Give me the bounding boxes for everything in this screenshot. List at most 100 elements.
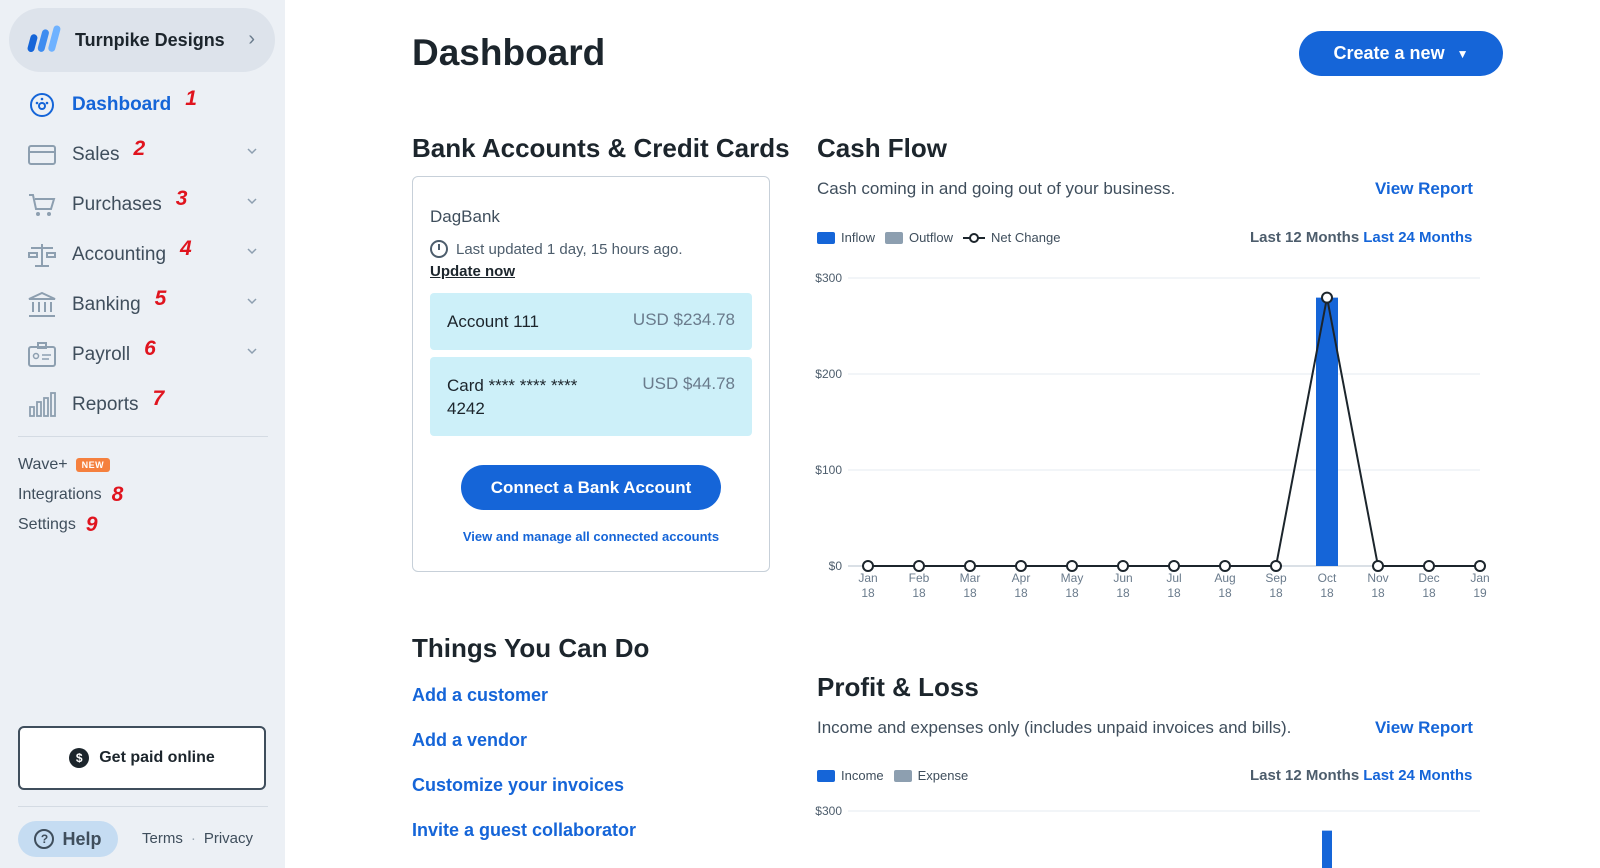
dollar-icon: $ xyxy=(69,748,90,768)
settings-label: Settings xyxy=(18,516,76,533)
net-change-line xyxy=(868,297,1480,567)
cash-flow-heading: Cash Flow xyxy=(817,133,948,163)
clock-icon xyxy=(430,240,448,258)
new-badge: NEW xyxy=(75,458,111,472)
x-tick-label: Mar 18 xyxy=(960,571,981,600)
x-tick-label: Apr 18 xyxy=(1012,571,1031,600)
account-row[interactable]: Account 111 USD $234.78 xyxy=(430,293,752,350)
terms-link[interactable]: Terms xyxy=(142,830,183,847)
cash-flow-subtitle: Cash coming in and going out of your bus… xyxy=(817,179,1176,198)
nav-label: Payroll xyxy=(72,344,131,365)
connect-bank-account-button[interactable]: Connect a Bank Account xyxy=(461,465,721,510)
nav-item-sales[interactable]: Sales 2 xyxy=(0,130,285,180)
x-tick-label: Oct 18 xyxy=(1318,571,1337,600)
footer-links: Terms · Privacy xyxy=(142,830,253,847)
annotation-marker: 2 xyxy=(133,137,146,160)
legend-outflow[interactable]: Outflow xyxy=(884,230,954,245)
business-switcher[interactable]: Turnpike Designs › xyxy=(9,8,275,72)
range-last-24[interactable]: Last 24 Months xyxy=(1363,767,1472,784)
profit-loss-subtitle: Income and expenses only (includes unpai… xyxy=(817,718,1292,737)
annotation-marker: 9 xyxy=(85,513,98,536)
sales-icon xyxy=(28,141,56,169)
annotation-marker: 8 xyxy=(111,483,124,506)
net-change-point xyxy=(1066,560,1078,572)
account-balance: USD $234.78 xyxy=(632,310,735,329)
account-name: Account 111 xyxy=(447,312,539,331)
net-change-point xyxy=(1423,560,1435,572)
chevron-down-icon xyxy=(247,348,257,355)
page-title: Dashboard xyxy=(412,32,606,73)
cash-flow-legend: Inflow Outflow Net Change xyxy=(817,230,1070,245)
y-tick-label: $200 xyxy=(815,367,842,381)
legend-label: Outflow xyxy=(908,230,954,245)
profit-loss-chart: $300 xyxy=(815,804,1480,868)
dashboard-icon xyxy=(28,91,56,119)
range-last-12[interactable]: Last 12 Months xyxy=(1250,229,1359,246)
y-tick-label: $300 xyxy=(815,804,842,818)
help-button[interactable]: ? Help xyxy=(18,821,118,857)
net-change-point xyxy=(1015,560,1027,572)
secondary-links: Wave+ NEW Integrations 8 Settings 9 xyxy=(18,450,123,540)
nav-item-payroll[interactable]: Payroll 6 xyxy=(0,330,285,380)
sidebar-divider xyxy=(18,436,268,437)
customize-invoices-link[interactable]: Customize your invoices xyxy=(412,775,636,820)
profit-loss-legend: Income Expense xyxy=(817,768,978,783)
x-tick-label: May 18 xyxy=(1061,571,1084,600)
invite-collaborator-link[interactable]: Invite a guest collaborator xyxy=(412,820,636,865)
settings-link[interactable]: Settings 9 xyxy=(18,510,123,540)
bank-accounts-card: DagBank Last updated 1 day, 15 hours ago… xyxy=(412,176,770,572)
chevron-down-icon xyxy=(247,148,257,155)
range-last-24[interactable]: Last 24 Months xyxy=(1363,229,1472,246)
bank-icon xyxy=(28,291,56,319)
nav-item-dashboard[interactable]: Dashboard 1 xyxy=(0,80,285,130)
cart-icon xyxy=(28,191,56,219)
y-tick-label: $100 xyxy=(815,463,842,477)
chevron-down-icon xyxy=(247,198,257,205)
last-updated: Last updated 1 day, 15 hours ago. xyxy=(430,240,683,258)
add-customer-link[interactable]: Add a customer xyxy=(412,685,636,730)
annotation-marker: 4 xyxy=(180,237,192,260)
legend-label: Net Change xyxy=(991,230,1061,245)
account-balance: USD $44.78 xyxy=(642,374,735,393)
update-now-link[interactable]: Update now xyxy=(430,263,515,280)
range-last-12[interactable]: Last 12 Months xyxy=(1250,767,1359,784)
legend-inflow[interactable]: Inflow xyxy=(817,230,875,245)
x-tick-label: Aug 18 xyxy=(1214,571,1235,600)
sidebar: Turnpike Designs › Dashboard 1 Sales 2 P… xyxy=(0,0,285,868)
nav-label: Banking xyxy=(72,294,141,315)
cash-flow-range: Last 12 Months Last 24 Months xyxy=(1250,229,1472,246)
legend-income[interactable]: Income xyxy=(817,768,884,783)
things-list: Add a customer Add a vendor Customize yo… xyxy=(412,685,636,865)
annotation-marker: 1 xyxy=(185,87,197,110)
app: Turnpike Designs › Dashboard 1 Sales 2 P… xyxy=(0,0,1600,868)
profit-loss-view-report-link[interactable]: View Report xyxy=(1375,718,1473,738)
get-paid-online-button[interactable]: $ Get paid online xyxy=(18,726,266,790)
annotation-marker: 5 xyxy=(154,287,167,310)
annotation-marker: 6 xyxy=(144,337,156,360)
profit-loss-range: Last 12 Months Last 24 Months xyxy=(1250,767,1472,784)
wave-plus-link[interactable]: Wave+ NEW xyxy=(18,450,123,480)
manage-accounts-link[interactable]: View and manage all connected accounts xyxy=(413,529,769,544)
create-new-button[interactable]: Create a new ▼ xyxy=(1299,31,1503,76)
integrations-link[interactable]: Integrations 8 xyxy=(18,480,123,510)
bar-chart-icon xyxy=(28,391,56,419)
x-tick-label: Jun 18 xyxy=(1113,571,1132,600)
net-change-point xyxy=(1168,560,1180,572)
nav-item-banking[interactable]: Banking 5 xyxy=(0,280,285,330)
add-vendor-link[interactable]: Add a vendor xyxy=(412,730,636,775)
legend-net-change[interactable]: Net Change xyxy=(963,230,1060,245)
cash-flow-view-report-link[interactable]: View Report xyxy=(1375,179,1473,199)
payroll-icon xyxy=(28,341,56,369)
bank-accounts-heading: Bank Accounts & Credit Cards xyxy=(412,133,790,163)
net-change-point xyxy=(964,560,976,572)
account-row[interactable]: Card **** **** **** 4242 USD $44.78 xyxy=(430,357,752,436)
nav-item-reports[interactable]: Reports 7 xyxy=(0,380,285,430)
x-tick-label: Sep 18 xyxy=(1265,571,1287,600)
nav-item-purchases[interactable]: Purchases 3 xyxy=(0,180,285,230)
nav-item-accounting[interactable]: Accounting 4 xyxy=(0,230,285,280)
chevron-down-icon xyxy=(247,298,257,305)
main-nav: Dashboard 1 Sales 2 Purchases 3 Accounti… xyxy=(0,80,285,430)
y-tick-label: $0 xyxy=(829,559,843,573)
legend-expense[interactable]: Expense xyxy=(893,768,968,783)
privacy-link[interactable]: Privacy xyxy=(204,830,253,847)
